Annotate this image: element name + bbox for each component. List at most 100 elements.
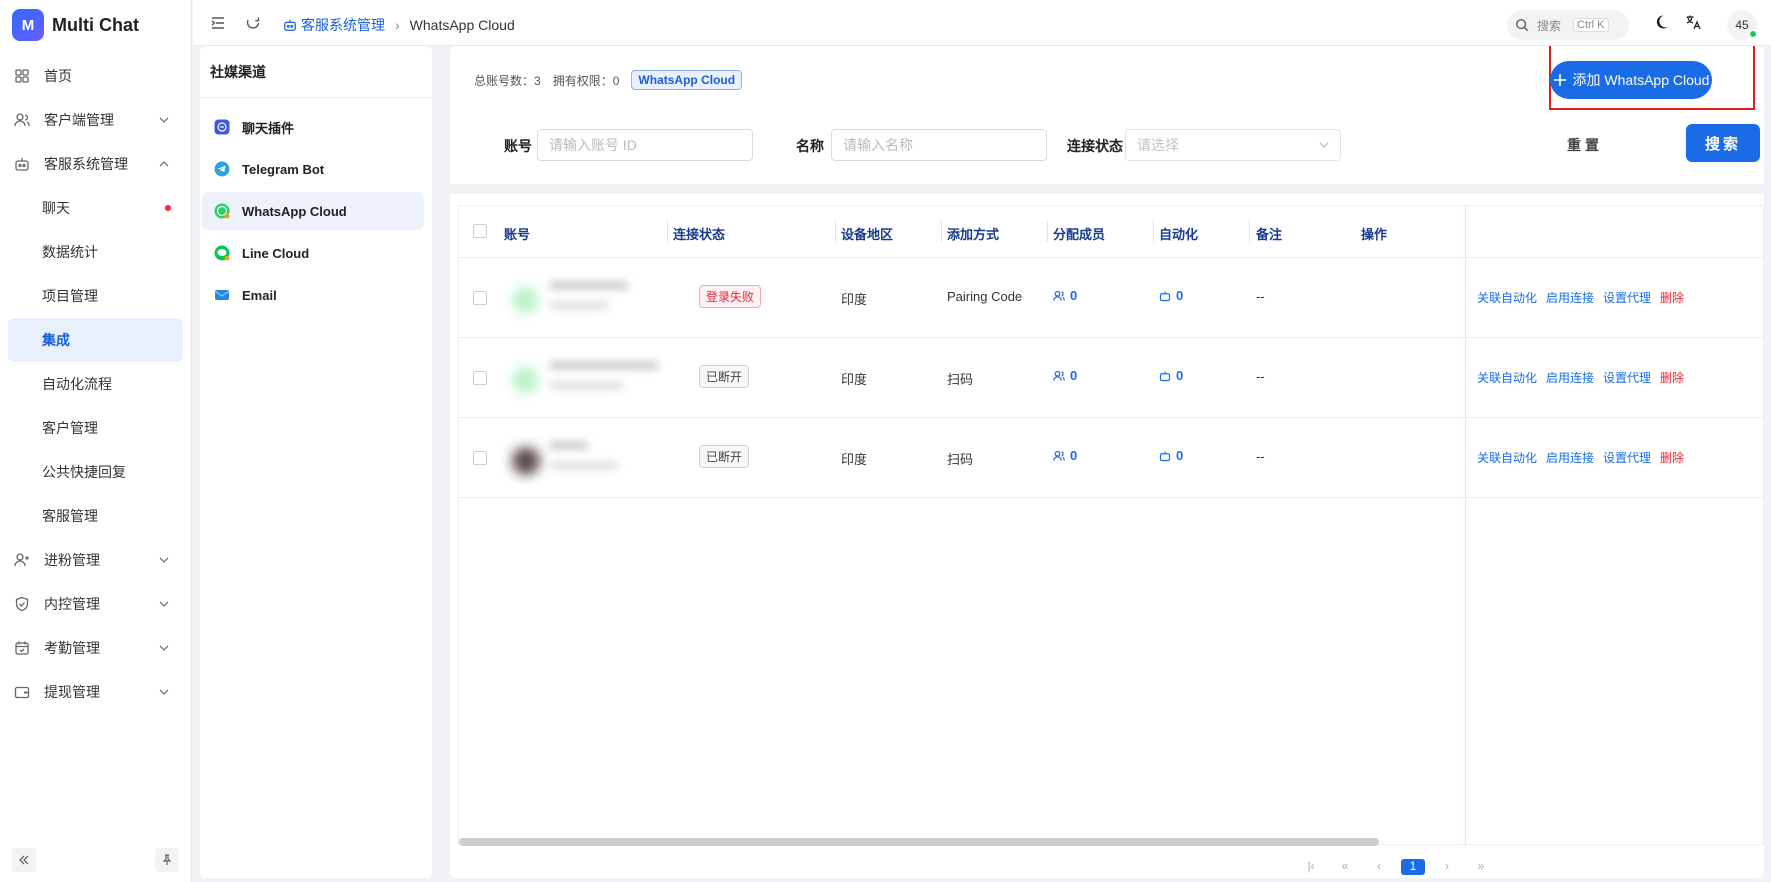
sidebar-item-label: 自动化流程 bbox=[42, 376, 112, 392]
column-divider bbox=[1249, 220, 1250, 242]
column-header-automation[interactable]: 自动化 bbox=[1159, 224, 1198, 243]
note-cell: -- bbox=[1256, 449, 1265, 464]
pin-sidebar-button[interactable] bbox=[155, 848, 179, 872]
bot-icon bbox=[1159, 291, 1171, 301]
automation-cell[interactable]: 0 bbox=[1159, 368, 1183, 383]
members-count: 0 bbox=[1070, 448, 1078, 463]
horizontal-scrollbar[interactable] bbox=[459, 838, 1379, 846]
enable-connection-link[interactable]: 启用连接 bbox=[1546, 289, 1594, 306]
bot-icon bbox=[284, 19, 296, 31]
region-cell: 印度 bbox=[841, 372, 868, 387]
sidebar: M Multi Chat 首页 客户端管理 客服系统管理 聊天 数据统计 项目管… bbox=[0, 0, 192, 882]
link-automation-link[interactable]: 关联自动化 bbox=[1477, 449, 1537, 466]
next-page-button[interactable]: › bbox=[1435, 859, 1459, 875]
collapse-sidebar-button[interactable] bbox=[12, 848, 36, 872]
members-cell[interactable]: 0 bbox=[1053, 368, 1077, 383]
sidebar-subitem-automation[interactable]: 自动化流程 bbox=[8, 362, 183, 406]
column-header-account[interactable]: 账号 bbox=[504, 224, 530, 243]
breadcrumb-parent[interactable]: 客服系统管理 bbox=[283, 15, 385, 35]
wallet-icon bbox=[14, 686, 30, 699]
delete-link[interactable]: 删除 bbox=[1660, 369, 1684, 386]
chat-plugin-icon bbox=[214, 119, 230, 135]
menu-toggle-icon[interactable] bbox=[210, 15, 226, 31]
column-header-operations: 操作 bbox=[1361, 227, 1388, 242]
prev-group-button[interactable]: « bbox=[1333, 859, 1357, 875]
row-checkbox[interactable] bbox=[473, 451, 487, 465]
sidebar-item-fans[interactable]: 进粉管理 bbox=[8, 538, 183, 582]
translate-icon[interactable] bbox=[1685, 14, 1701, 30]
email-icon bbox=[215, 290, 229, 300]
column-header-members[interactable]: 分配成员 bbox=[1053, 224, 1105, 243]
account-id-input[interactable] bbox=[537, 129, 753, 161]
automation-cell[interactable]: 0 bbox=[1159, 288, 1183, 303]
sidebar-subitem-agents[interactable]: 客服管理 bbox=[8, 494, 183, 538]
sidebar-subitem-integration[interactable]: 集成 bbox=[8, 318, 183, 362]
row-checkbox[interactable] bbox=[473, 291, 487, 305]
sidebar-subitem-quick-replies[interactable]: 公共快捷回复 bbox=[8, 450, 183, 494]
dashboard-icon bbox=[15, 69, 29, 83]
sidebar-subitem-customers[interactable]: 客户管理 bbox=[8, 406, 183, 450]
permission-count: 拥有权限：0 bbox=[552, 73, 620, 88]
channel-item-whatsapp-cloud[interactable]: WhatsApp Cloud bbox=[202, 192, 424, 230]
first-page-button[interactable]: |‹ bbox=[1299, 859, 1323, 875]
sidebar-item-label: 客服管理 bbox=[42, 508, 98, 524]
reset-button[interactable]: 重置 bbox=[1567, 135, 1603, 155]
sidebar-item-label: 考勤管理 bbox=[44, 640, 100, 656]
set-proxy-link[interactable]: 设置代理 bbox=[1603, 369, 1651, 386]
page-number-current[interactable]: 1 bbox=[1401, 859, 1425, 875]
sidebar-subitem-statistics[interactable]: 数据统计 bbox=[8, 230, 183, 274]
table-row: 已断开 印度 扫码 0 0 -- 关联自动化 启用连接 设置代理 删除 bbox=[459, 339, 1763, 418]
delete-link[interactable]: 删除 bbox=[1660, 289, 1684, 306]
enable-connection-link[interactable]: 启用连接 bbox=[1546, 449, 1594, 466]
automation-count: 0 bbox=[1176, 288, 1184, 303]
sidebar-item-cs-system[interactable]: 客服系统管理 bbox=[8, 142, 183, 186]
column-header-status[interactable]: 连接状态 bbox=[673, 224, 725, 243]
link-automation-link[interactable]: 关联自动化 bbox=[1477, 289, 1537, 306]
channel-item-telegram[interactable]: Telegram Bot bbox=[202, 150, 424, 188]
sidebar-subitem-projects[interactable]: 项目管理 bbox=[8, 274, 183, 318]
set-proxy-link[interactable]: 设置代理 bbox=[1603, 449, 1651, 466]
next-group-button[interactable]: » bbox=[1469, 859, 1493, 875]
refresh-icon[interactable] bbox=[245, 15, 261, 31]
moon-icon[interactable] bbox=[1653, 14, 1669, 30]
members-cell[interactable]: 0 bbox=[1053, 448, 1077, 463]
enable-connection-link[interactable]: 启用连接 bbox=[1546, 369, 1594, 386]
select-all-checkbox[interactable] bbox=[473, 224, 487, 238]
user-avatar[interactable]: 45 bbox=[1727, 10, 1757, 40]
members-cell[interactable]: 0 bbox=[1053, 288, 1077, 303]
channel-item-chat-plugin[interactable]: 聊天插件 bbox=[202, 108, 424, 146]
sidebar-item-withdrawal[interactable]: 提现管理 bbox=[8, 670, 183, 714]
channel-item-email[interactable]: Email bbox=[202, 276, 424, 314]
column-header-note[interactable]: 备注 bbox=[1256, 224, 1282, 243]
row-checkbox[interactable] bbox=[473, 371, 487, 385]
column-header-method[interactable]: 添加方式 bbox=[947, 224, 999, 243]
double-chevron-left-icon bbox=[19, 855, 29, 865]
add-whatsapp-cloud-button[interactable]: 添加 WhatsApp Cloud bbox=[1550, 61, 1712, 99]
whatsapp-icon bbox=[214, 203, 230, 219]
prev-page-button[interactable]: ‹ bbox=[1367, 859, 1391, 875]
users-icon bbox=[1053, 450, 1065, 461]
channel-item-line-cloud[interactable]: Line Cloud bbox=[202, 234, 424, 272]
sidebar-item-internal-control[interactable]: 内控管理 bbox=[8, 582, 183, 626]
sidebar-item-client-management[interactable]: 客户端管理 bbox=[8, 98, 183, 142]
method-cell: 扫码 bbox=[947, 452, 974, 467]
status-select[interactable]: 请选择 bbox=[1125, 129, 1341, 161]
column-header-region[interactable]: 设备地区 bbox=[841, 224, 893, 243]
column-divider bbox=[1047, 220, 1048, 242]
global-search[interactable]: 搜索 Ctrl K bbox=[1507, 10, 1629, 40]
status-badge: 已断开 bbox=[699, 365, 750, 388]
automation-cell[interactable]: 0 bbox=[1159, 448, 1183, 463]
sidebar-subitem-chat[interactable]: 聊天 bbox=[8, 186, 183, 230]
sidebar-item-attendance[interactable]: 考勤管理 bbox=[8, 626, 183, 670]
sidebar-item-label: 集成 bbox=[42, 332, 70, 348]
set-proxy-link[interactable]: 设置代理 bbox=[1603, 289, 1651, 306]
link-automation-link[interactable]: 关联自动化 bbox=[1477, 369, 1537, 386]
shield-icon bbox=[15, 596, 29, 612]
redacted-text bbox=[549, 361, 659, 370]
delete-link[interactable]: 删除 bbox=[1660, 449, 1684, 466]
brand[interactable]: M Multi Chat bbox=[0, 0, 191, 50]
search-button[interactable]: 搜索 bbox=[1686, 124, 1760, 162]
sidebar-item-home[interactable]: 首页 bbox=[8, 54, 183, 98]
name-input[interactable] bbox=[831, 129, 1047, 161]
avatar-text: 45 bbox=[1735, 18, 1749, 32]
